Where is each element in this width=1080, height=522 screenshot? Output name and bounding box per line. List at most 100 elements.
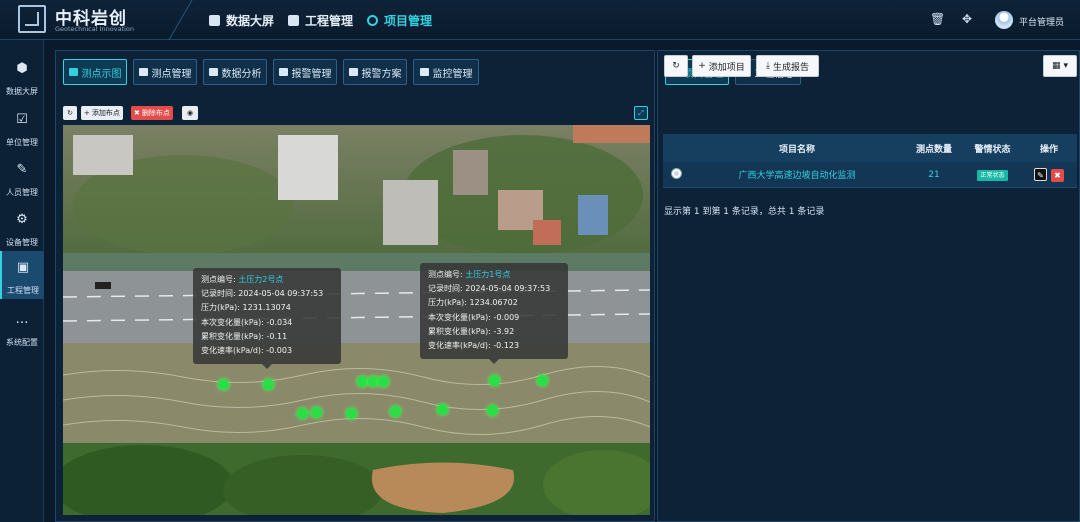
columns-toggle-button[interactable]: ▦ ▾	[1043, 55, 1077, 77]
aerial-map[interactable]: 测点编号: 土压力2号点 记录时间: 2024-05-04 09:37:53 压…	[63, 125, 650, 515]
tooltip-label: 本次变化量(kPa):	[428, 312, 491, 322]
monitoring-point-marker[interactable]	[390, 406, 401, 417]
plus-icon: +	[84, 109, 90, 117]
refresh-button[interactable]: ↻	[664, 55, 688, 77]
sidebar-item-label: 单位管理	[6, 138, 38, 147]
tab-point-management[interactable]: 测点管理	[133, 59, 197, 85]
monitoring-point-marker[interactable]	[537, 375, 548, 386]
point-tooltip: 测点编号: 土压力2号点 记录时间: 2024-05-04 09:37:53 压…	[193, 268, 341, 370]
edit-icon[interactable]: ✎	[1034, 167, 1047, 181]
tooltip-label: 本次变化量(kPa):	[201, 317, 264, 327]
tab-point-map[interactable]: 测点示图	[63, 59, 127, 85]
actions-cell: ✎ ✖	[1021, 167, 1077, 182]
tooltip-label: 记录时间:	[428, 284, 463, 294]
download-icon: ⤓	[766, 61, 770, 71]
toggle-view-button[interactable]: ◉	[182, 106, 198, 120]
expand-map-button[interactable]: ⤢	[634, 106, 648, 120]
sidebar-item-dashboard[interactable]: ⬢ 数据大屏	[0, 52, 44, 100]
brand-subtitle: Geotechnical Innovation	[55, 25, 135, 33]
image-icon: ▣	[16, 260, 30, 275]
tab-alarm-management[interactable]: 报警管理	[273, 59, 337, 85]
sidebar-item-settings[interactable]: … 系统配置	[0, 303, 44, 351]
tooltip-label: 累积变化量(kPa):	[201, 331, 264, 341]
monitoring-point-marker[interactable]	[218, 379, 229, 390]
topnav-project[interactable]: 项目管理	[367, 12, 432, 29]
sidebar-item-devices[interactable]: ⚙ 设备管理	[0, 203, 44, 251]
monitoring-point-marker[interactable]	[489, 375, 500, 386]
project-table: 项目名称 测点数量 警情状态 操作 广西大学高速边坡自动化监测 21 正常状态 …	[663, 134, 1077, 188]
book-icon	[348, 68, 358, 76]
cube-icon	[209, 15, 220, 26]
status-cell: 正常状态	[964, 169, 1021, 181]
sidebar-item-label: 工程管理	[7, 286, 39, 295]
eye-icon: ◉	[186, 109, 194, 117]
refresh-button[interactable]: ↻	[63, 106, 77, 120]
tooltip-label: 变化速率(kPa/d):	[201, 346, 264, 356]
topnav-dashboard[interactable]: 数据大屏	[209, 12, 274, 29]
topnav-label: 项目管理	[384, 14, 433, 28]
logo-icon	[18, 5, 46, 33]
topnav-label: 工程管理	[305, 14, 354, 28]
delete-point-label: 删除布点	[141, 109, 170, 117]
sidebar-item-personnel[interactable]: ✎ 人员管理	[0, 153, 44, 201]
monitoring-point-marker[interactable]	[297, 408, 308, 419]
tooltip-label: 记录时间:	[201, 289, 236, 299]
column-header[interactable]: 警情状态	[964, 142, 1021, 155]
project-name-link[interactable]: 广西大学高速边坡自动化监测	[690, 168, 904, 181]
tab-label: 数据分析	[221, 68, 262, 80]
tooltip-label: 压力(kPa):	[201, 303, 240, 313]
list-icon	[138, 68, 148, 76]
tooltip-value: -0.009	[493, 312, 520, 322]
delete-icon[interactable]: ✖	[1051, 168, 1064, 182]
sidebar-item-label: 人员管理	[6, 188, 38, 197]
point-tooltip: 测点编号: 土压力1号点 记录时间: 2024-05-04 09:37:53 压…	[420, 263, 568, 365]
generate-report-button[interactable]: ⤓ 生成报告	[756, 55, 819, 77]
sidebar-item-label: 设备管理	[6, 238, 38, 247]
monitoring-point-marker[interactable]	[311, 407, 322, 418]
monitoring-point-marker[interactable]	[378, 376, 389, 387]
column-header[interactable]: 项目名称	[690, 142, 904, 155]
sidebar-item-units[interactable]: ☑ 单位管理	[0, 103, 44, 151]
cube-icon: ⬢	[16, 61, 28, 76]
user-edit-icon: ✎	[16, 162, 28, 177]
row-radio[interactable]	[663, 168, 690, 181]
pagination-info: 显示第 1 到第 1 条记录，总共 1 条记录	[664, 207, 825, 217]
point-count: 21	[928, 169, 940, 180]
monitoring-point-marker[interactable]	[263, 379, 274, 390]
table-row[interactable]: 广西大学高速边坡自动化监测 21 正常状态 ✎ ✖	[663, 162, 1077, 188]
tab-label: 报警方案	[361, 68, 402, 80]
top-bar: 中科岩创 Geotechnical Innovation 数据大屏 工程管理 项…	[0, 0, 1080, 40]
chart-icon	[208, 68, 218, 76]
tooltip-value: 2024-05-04 09:37:53	[465, 284, 551, 294]
tooltip-label: 测点编号:	[428, 270, 463, 279]
tooltip-label: 累积变化量(kPa):	[428, 326, 491, 336]
monitoring-point-marker[interactable]	[437, 404, 448, 415]
tab-monitoring[interactable]: 监控管理	[413, 59, 479, 85]
tab-alarm-plan[interactable]: 报警方案	[343, 59, 407, 85]
delete-point-button[interactable]: ✖ 删除布点	[131, 106, 173, 120]
add-point-button[interactable]: + 添加布点	[81, 106, 123, 120]
image-icon	[288, 15, 299, 26]
column-header: 操作	[1039, 144, 1058, 155]
monitoring-point-marker[interactable]	[346, 408, 357, 419]
video-icon	[419, 68, 429, 76]
monitoring-point-marker[interactable]	[357, 376, 368, 387]
tooltip-label: 变化速率(kPa/d):	[428, 341, 491, 351]
chat-icon: …	[15, 312, 29, 327]
sidebar-item-engineering[interactable]: ▣ 工程管理	[0, 251, 44, 299]
topnav-engineering[interactable]: 工程管理	[288, 12, 353, 29]
circle-icon	[367, 15, 378, 26]
tooltip-value: -0.034	[266, 317, 293, 327]
column-header[interactable]: 测点数量	[904, 142, 964, 155]
table-header: 项目名称 测点数量 警情状态 操作	[663, 134, 1077, 162]
monitoring-point-marker[interactable]	[487, 405, 498, 416]
trash-icon[interactable]: 🗑	[930, 13, 945, 25]
sidebar-item-label: 系统配置	[6, 338, 38, 347]
add-project-button[interactable]: + 添加项目	[692, 55, 751, 77]
fullscreen-icon[interactable]: ✥	[962, 13, 973, 25]
header-divider	[168, 0, 193, 40]
user-name[interactable]: 平台管理员	[1019, 15, 1064, 28]
tooltip-label: 压力(kPa):	[428, 298, 467, 308]
avatar[interactable]	[995, 11, 1013, 29]
tab-data-analysis[interactable]: 数据分析	[203, 59, 267, 85]
